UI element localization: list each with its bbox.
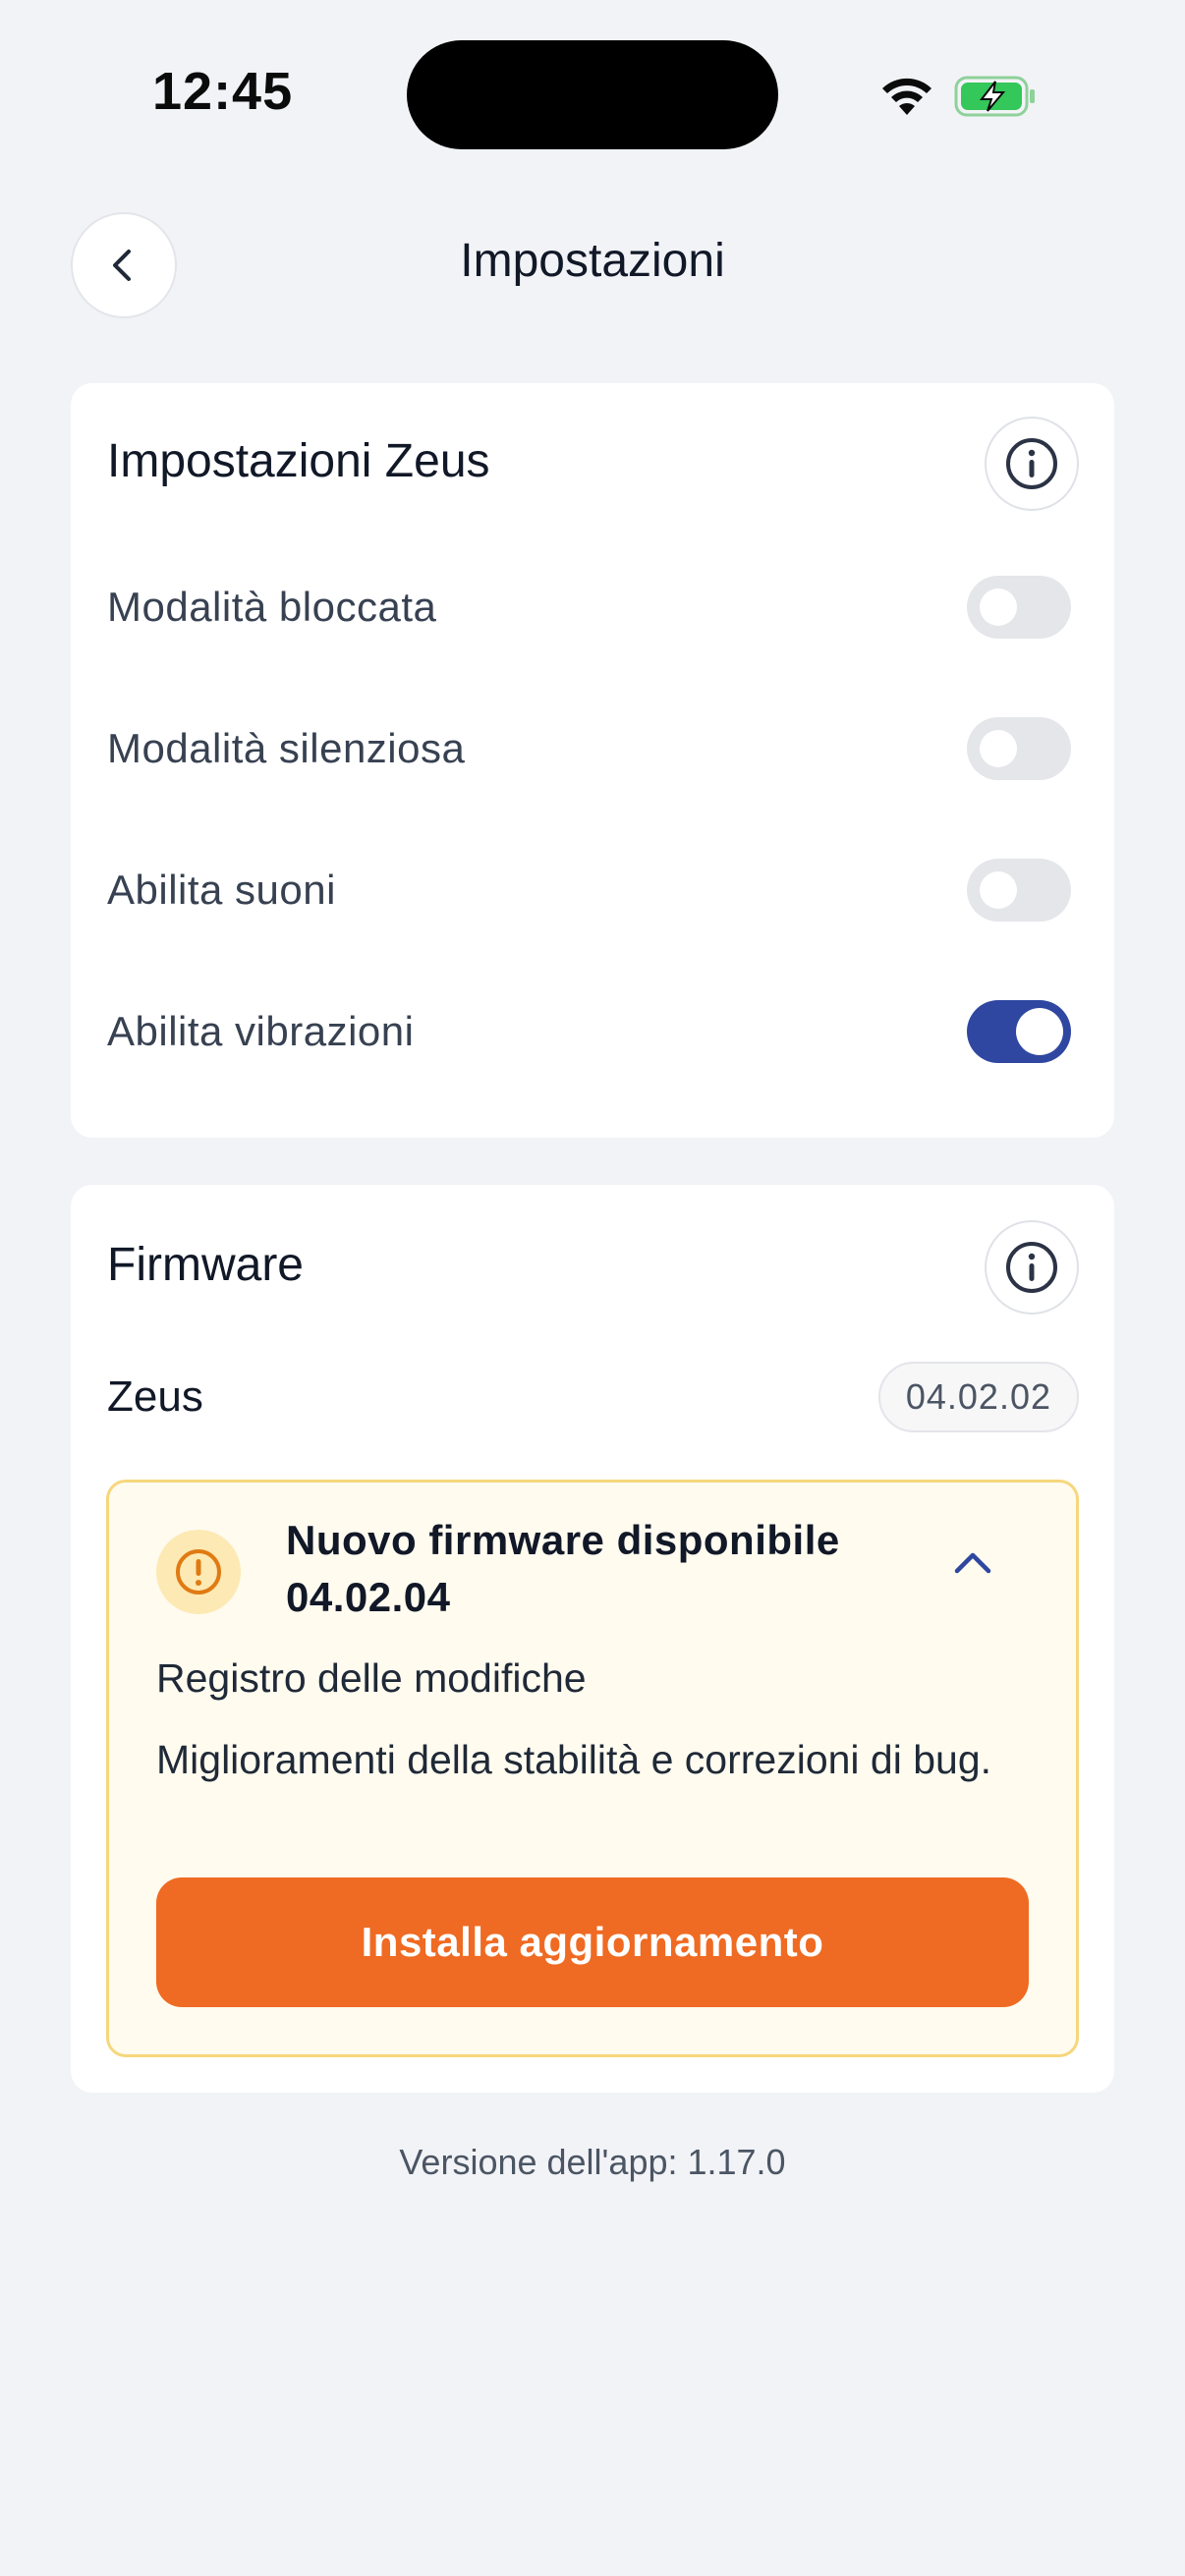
info-icon <box>1006 1242 1057 1293</box>
firmware-card-title: Firmware <box>107 1239 304 1291</box>
changelog-label: Registro delle modifiche <box>156 1655 587 1701</box>
setting-row-locked-mode: Modalità bloccata <box>107 573 1071 642</box>
settings-info-button[interactable] <box>985 417 1079 511</box>
toggle-silent-mode[interactable] <box>967 717 1071 780</box>
settings-card-title: Impostazioni Zeus <box>107 435 490 487</box>
update-title: Nuovo firmware disponibile 04.02.04 <box>286 1517 840 1620</box>
setting-label: Abilita vibrazioni <box>107 1008 415 1054</box>
app-version-text: Versione dell'app: 1.17.0 <box>399 2142 786 2182</box>
collapse-toggle[interactable] <box>952 1547 993 1582</box>
setting-label: Modalità silenziosa <box>107 725 466 771</box>
chevron-up-icon <box>954 1552 991 1574</box>
battery-charging-icon <box>954 76 1035 117</box>
dynamic-island <box>407 40 778 149</box>
changelog-text: Miglioramenti della stabilità e correzio… <box>156 1737 992 1782</box>
setting-row-enable-sounds: Abilita suoni <box>107 856 1071 924</box>
status-bar: 12:45 <box>0 0 1185 187</box>
firmware-card: Firmware Zeus 04.02.02 Nuovo firmware di… <box>71 1185 1114 2093</box>
device-row: Zeus 04.02.02 <box>107 1362 1079 1432</box>
status-icons <box>879 69 1037 124</box>
warning-badge <box>156 1530 241 1614</box>
current-version-badge: 04.02.02 <box>877 1362 1079 1432</box>
setting-label: Abilita suoni <box>107 867 336 913</box>
toggle-locked-mode[interactable] <box>967 576 1071 639</box>
device-name: Zeus <box>107 1372 203 1421</box>
settings-card: Impostazioni Zeus Modalità bloccata Moda… <box>71 383 1114 1138</box>
toggle-enable-vibrations[interactable] <box>967 1000 1071 1063</box>
status-time: 12:45 <box>152 62 294 121</box>
wifi-icon <box>882 78 931 115</box>
info-icon <box>1006 438 1057 489</box>
setting-label: Modalità bloccata <box>107 584 437 630</box>
setting-row-silent-mode: Modalità silenziosa <box>107 714 1071 783</box>
firmware-update-panel: Nuovo firmware disponibile 04.02.04 Regi… <box>106 1480 1079 2057</box>
toggle-enable-sounds[interactable] <box>967 859 1071 922</box>
alert-circle-icon <box>176 1549 221 1595</box>
setting-row-enable-vibrations: Abilita vibrazioni <box>107 997 1071 1066</box>
page-title: Impostazioni <box>460 235 725 287</box>
install-update-button[interactable]: Installa aggiornamento <box>156 1877 1029 2007</box>
firmware-info-button[interactable] <box>985 1220 1079 1315</box>
